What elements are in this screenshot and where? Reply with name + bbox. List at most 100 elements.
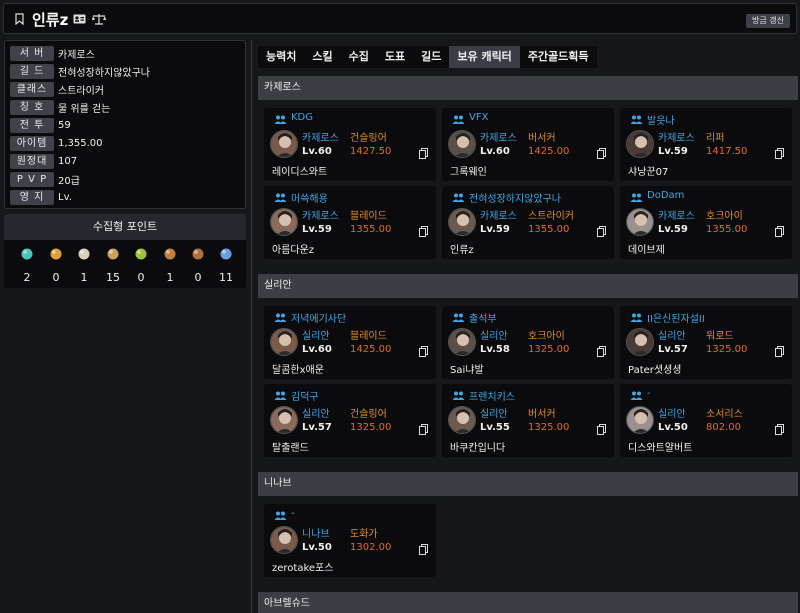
character-name: Pater셧셩셩: [628, 365, 682, 376]
info-row: 아이템 1,355.00: [10, 135, 103, 152]
copy-icon[interactable]: [775, 226, 784, 237]
character-card[interactable]: VFX 카제로스 버서커 Lv.60 1425.00 그록웨인: [442, 108, 614, 181]
collection-point[interactable]: 0: [129, 244, 153, 284]
tab-보유 캐릭터[interactable]: 보유 캐릭터: [449, 46, 520, 68]
copy-icon[interactable]: [597, 148, 606, 159]
copy-icon[interactable]: [419, 424, 428, 435]
tab-능력치[interactable]: 능력치: [258, 46, 305, 68]
character-card[interactable]: KDG 카제로스 건슬링어 Lv.60 1427.50 레이디스와트: [264, 108, 436, 181]
collection-point[interactable]: 1: [158, 244, 182, 284]
character-class: 블레이드: [350, 211, 387, 222]
character-card[interactable]: 저녁에기사단 실리안 블레이드 Lv.60 1425.00 달콤한x애운: [264, 306, 436, 379]
orpheus-star-icon: [50, 248, 62, 260]
character-card[interactable]: 머쓱해용 카제로스 블레이드 Lv.59 1355.00 아름다운z: [264, 186, 436, 259]
id-card-icon[interactable]: [73, 14, 86, 24]
tab-도표[interactable]: 도표: [376, 46, 414, 68]
info-value: Lv.: [58, 192, 72, 203]
character-item-level: 1425.00: [350, 344, 392, 355]
character-guild: 프렌치키스: [469, 392, 515, 403]
character-item-level: 1325.00: [706, 344, 748, 355]
character-name: 달콤한x애운: [272, 365, 324, 376]
character-class: 워로드: [706, 331, 734, 342]
character-card[interactable]: 출석부 실리안 호크아이 Lv.58 1325.00 Sai냐발: [442, 306, 614, 379]
collection-point[interactable]: 0: [44, 244, 68, 284]
scale-icon[interactable]: [92, 13, 106, 25]
character-class: 블레이드: [350, 331, 387, 342]
character-card[interactable]: II은신된자설II 실리안 워로드 Lv.57 1325.00 Pater셧셩셩: [620, 306, 792, 379]
character-item-level: 1355.00: [350, 224, 392, 235]
character-server: 카제로스: [480, 211, 517, 222]
character-class: 버서커: [528, 133, 556, 144]
character-item-level: 1355.00: [528, 224, 570, 235]
copy-icon[interactable]: [419, 346, 428, 357]
info-row: 영 지 Lv.: [10, 189, 72, 206]
refresh-button[interactable]: 방금 갱신: [746, 14, 790, 28]
users-icon: [452, 391, 465, 400]
collection-point[interactable]: 2: [15, 244, 39, 284]
info-row: 칭 호 물 위를 걷는: [10, 99, 110, 116]
character-card[interactable]: - 실리안 소서리스 Lv.50 802.00 디스와트얄버트: [620, 384, 792, 457]
character-name: 아름다운z: [272, 245, 315, 256]
character-item-level: 1425.00: [528, 146, 570, 157]
character-level: Lv.59: [658, 224, 688, 235]
character-card[interactable]: 전혀성장하지않았구나 카제로스 스트라이커 Lv.59 1355.00 인류z: [442, 186, 614, 259]
character-class: 건슬링어: [350, 133, 387, 144]
character-card[interactable]: - 니나브 도화가 Lv.50 1302.00 zerotake포스: [264, 504, 436, 577]
copy-icon[interactable]: [419, 544, 428, 555]
character-card[interactable]: DoDam 카제로스 호크아이 Lv.59 1355.00 데이브제: [620, 186, 792, 259]
character-guild: 출석부: [469, 314, 497, 325]
info-value: 20급: [58, 176, 80, 187]
character-item-level: 1325.00: [350, 422, 392, 433]
character-name: 디스와트얄버트: [628, 443, 693, 454]
character-guild: 전혀성장하지않았구나: [469, 194, 561, 205]
bookmark-icon[interactable]: [15, 13, 24, 25]
users-icon: [630, 391, 643, 400]
character-item-level: 1417.50: [706, 146, 748, 157]
character-card[interactable]: 발읏나 카제로스 리퍼 Lv.59 1417.50 샤낭꾼07: [620, 108, 792, 181]
character-guild: -: [647, 388, 651, 399]
collection-point-count: 11: [219, 271, 233, 284]
character-server: 실리안: [480, 409, 508, 420]
character-avatar: [270, 406, 298, 434]
character-card[interactable]: 김덕구 실리안 건슬링어 Lv.57 1325.00 탈출랜드: [264, 384, 436, 457]
collection-point[interactable]: 1: [72, 244, 96, 284]
info-label: 영 지: [10, 190, 54, 205]
copy-icon[interactable]: [419, 226, 428, 237]
collection-point[interactable]: 11: [214, 244, 238, 284]
character-card[interactable]: 프렌치키스 실리안 버서커 Lv.55 1325.00 바쿠칸입니다: [442, 384, 614, 457]
collection-points-panel: 수집형 포인트 2 0 1 15 0 1 0 11: [4, 214, 246, 288]
character-item-level: 1325.00: [528, 422, 570, 433]
character-avatar: [626, 130, 654, 158]
character-avatar: [270, 130, 298, 158]
copy-icon[interactable]: [597, 346, 606, 357]
character-class: 버서커: [528, 409, 556, 420]
copy-icon[interactable]: [597, 424, 606, 435]
character-level: Lv.57: [658, 344, 688, 355]
sea-bounty-icon: [164, 248, 176, 260]
character-avatar: [448, 130, 476, 158]
character-guild: DoDam: [647, 190, 685, 201]
copy-icon[interactable]: [775, 148, 784, 159]
info-value: 스트라이커: [58, 86, 104, 97]
character-guild: 저녁에기사단: [291, 314, 347, 325]
character-guild: KDG: [291, 112, 314, 123]
tab-스킬[interactable]: 스킬: [304, 46, 341, 68]
tab-길드[interactable]: 길드: [413, 46, 450, 68]
copy-icon[interactable]: [775, 346, 784, 357]
copy-icon[interactable]: [775, 424, 784, 435]
users-icon: [452, 313, 465, 322]
users-icon: [630, 193, 643, 202]
collection-point[interactable]: 0: [186, 244, 210, 284]
users-icon: [630, 115, 643, 124]
character-level: Lv.59: [480, 224, 510, 235]
tab-주간골드획득[interactable]: 주간골드획득: [519, 46, 597, 68]
copy-icon[interactable]: [419, 148, 428, 159]
mokoko-seed-icon: [135, 248, 147, 260]
character-level: Lv.50: [302, 542, 332, 553]
info-value: 전혀성장하지않았구나: [58, 68, 150, 79]
character-name: 데이브제: [628, 245, 665, 256]
tab-수집[interactable]: 수집: [340, 46, 377, 68]
collection-point[interactable]: 15: [101, 244, 125, 284]
copy-icon[interactable]: [597, 226, 606, 237]
character-level: Lv.59: [658, 146, 688, 157]
